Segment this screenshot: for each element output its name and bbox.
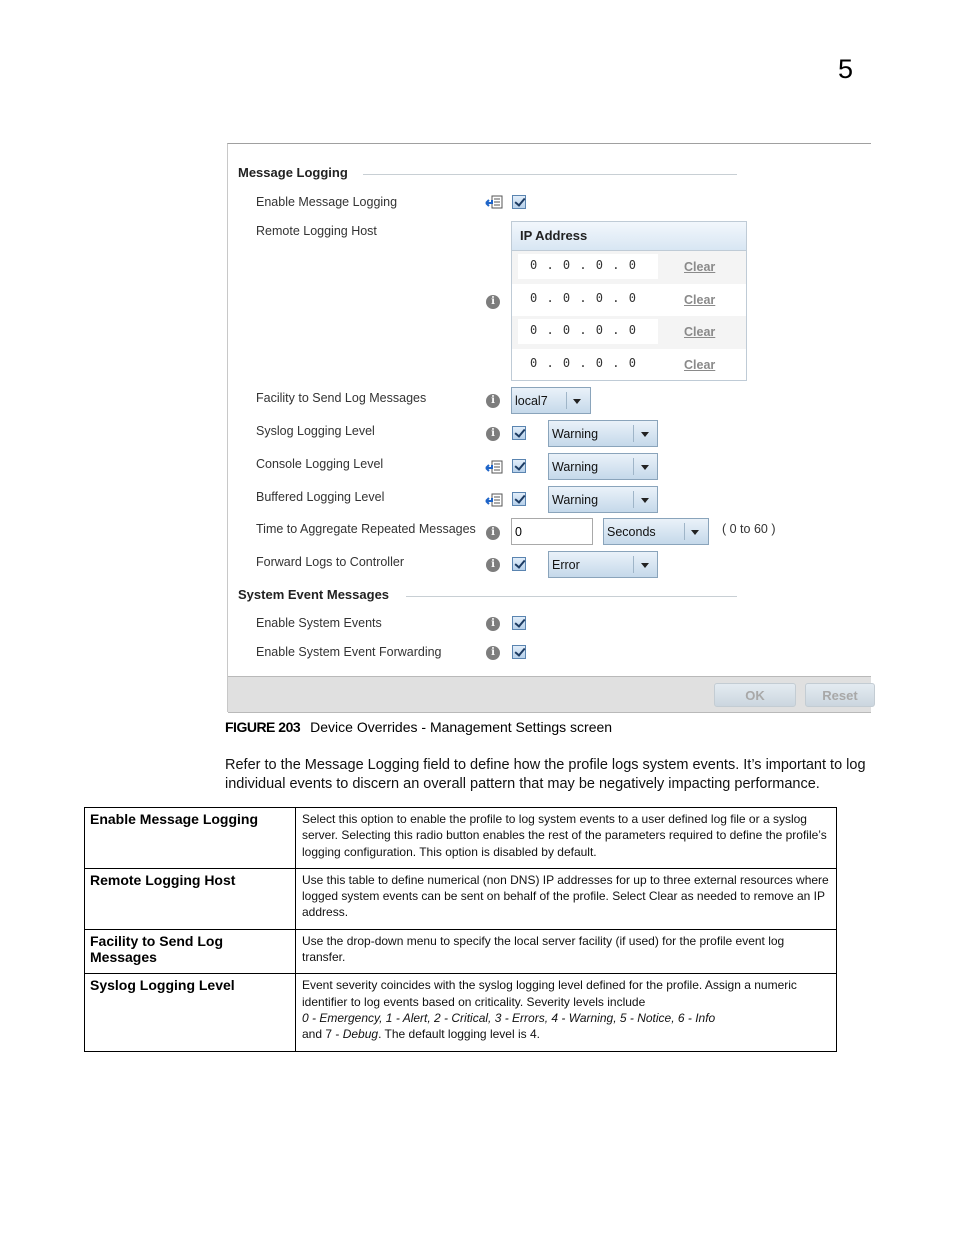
forward-logs-checkbox[interactable] <box>512 557 526 571</box>
section-title-message-logging: Message Logging <box>238 165 348 180</box>
forward-logs-select[interactable]: Error <box>548 551 658 578</box>
override-icon[interactable] <box>485 460 503 474</box>
chevron-down-icon <box>641 432 649 437</box>
buffered-level-value: Warning <box>552 493 599 507</box>
ip-address-input[interactable]: 0 . 0 . 0 . 0 <box>518 319 658 345</box>
facility-select[interactable]: local7 <box>511 387 591 414</box>
table-term: Syslog Logging Level <box>84 973 296 1052</box>
buffered-level-select[interactable]: Warning <box>548 486 658 513</box>
chevron-down-icon <box>641 465 649 470</box>
clear-link[interactable]: Clear <box>684 293 715 307</box>
chevron-down-icon <box>641 563 649 568</box>
section-divider <box>406 596 737 597</box>
table-definition: Select this option to enable the profile… <box>295 807 837 869</box>
definition-intro: Event severity coincides with the syslog… <box>302 978 797 1009</box>
ip-address-input[interactable]: 0 . 0 . 0 . 0 <box>518 352 658 377</box>
buffered-level-checkbox[interactable] <box>512 492 526 506</box>
definition-and: and 7 - <box>302 1027 343 1042</box>
table-term: Facility to Send Log Messages <box>84 928 296 975</box>
ip-row: 0 . 0 . 0 . 0 Clear <box>512 251 746 284</box>
info-icon[interactable]: i <box>486 295 500 309</box>
facility-value: local7 <box>515 394 548 408</box>
forward-logs-value: Error <box>552 558 580 572</box>
enable-event-forwarding-label: Enable System Event Forwarding <box>256 645 442 659</box>
figure-caption: FIGURE 203 Device Overrides - Management … <box>225 719 612 735</box>
ip-address-header: IP Address <box>512 222 746 251</box>
table-definition: Use the drop-down menu to specify the lo… <box>295 928 837 975</box>
override-icon[interactable] <box>485 195 503 209</box>
ip-row: 0 . 0 . 0 . 0 Clear <box>512 316 746 350</box>
clear-link[interactable]: Clear <box>684 325 715 339</box>
override-icon[interactable] <box>485 493 503 507</box>
remote-logging-host-label: Remote Logging Host <box>256 224 377 238</box>
enable-system-events-label: Enable System Events <box>256 616 382 630</box>
info-icon[interactable]: i <box>486 526 500 540</box>
forward-logs-label: Forward Logs to Controller <box>256 555 404 569</box>
console-level-checkbox[interactable] <box>512 459 526 473</box>
console-level-value: Warning <box>552 460 599 474</box>
debug-level: Debug <box>342 1027 379 1042</box>
console-level-label: Console Logging Level <box>256 457 384 471</box>
section-divider <box>363 174 737 175</box>
ip-address-input[interactable]: 0 . 0 . 0 . 0 <box>518 254 658 279</box>
chevron-down-icon <box>573 399 581 404</box>
aggregate-time-label: Time to Aggregate Repeated Messages <box>256 522 476 536</box>
table-row: Enable Message Logging Select this optio… <box>84 807 837 869</box>
enable-event-forwarding-checkbox[interactable] <box>512 645 526 659</box>
chevron-down-icon <box>641 498 649 503</box>
info-icon[interactable]: i <box>486 617 500 631</box>
footer-bar: OK Reset <box>228 676 875 713</box>
ip-row: 0 . 0 . 0 . 0 Clear <box>512 349 746 382</box>
table-row: Facility to Send Log Messages Use the dr… <box>84 928 837 975</box>
clear-link[interactable]: Clear <box>684 260 715 274</box>
section-title-system-events: System Event Messages <box>238 587 390 602</box>
buffered-level-label: Buffered Logging Level <box>256 490 385 504</box>
aggregate-range-hint: ( 0 to 60 ) <box>722 522 776 536</box>
aggregate-time-input[interactable]: 0 <box>511 518 593 545</box>
intro-paragraph: Refer to the Message Logging field to de… <box>225 757 866 792</box>
table-definition: Event severity coincides with the syslog… <box>295 973 837 1052</box>
table-term: Remote Logging Host <box>84 867 296 930</box>
chevron-down-icon <box>691 530 699 535</box>
chapter-number: 5 <box>838 54 854 84</box>
info-icon[interactable]: i <box>486 427 500 441</box>
info-icon[interactable]: i <box>486 394 500 408</box>
figure-title: Device Overrides - Management Settings s… <box>310 719 613 735</box>
syslog-level-label: Syslog Logging Level <box>256 424 375 438</box>
table-row: Remote Logging Host Use this table to de… <box>84 867 837 930</box>
description-table: Enable Message Logging Select this optio… <box>84 807 837 1052</box>
info-icon[interactable]: i <box>486 558 500 572</box>
ip-address-table: IP Address 0 . 0 . 0 . 0 Clear 0 . 0 . 0… <box>511 221 747 381</box>
syslog-level-select[interactable]: Warning <box>548 420 658 447</box>
enable-message-logging-checkbox[interactable] <box>512 195 526 209</box>
definition-end: . The default logging level is 4. <box>378 1027 540 1042</box>
aggregate-unit-value: Seconds <box>607 525 656 539</box>
enable-system-events-checkbox[interactable] <box>512 616 526 630</box>
severity-levels: 0 - Emergency, 1 - Alert, 2 - Critical, … <box>302 1010 716 1025</box>
reset-button[interactable]: Reset <box>805 683 875 707</box>
info-icon[interactable]: i <box>486 646 500 660</box>
aggregate-unit-select[interactable]: Seconds <box>603 518 709 545</box>
ip-row: 0 . 0 . 0 . 0 Clear <box>512 284 746 317</box>
figure-number: FIGURE 203 <box>225 719 301 735</box>
console-level-select[interactable]: Warning <box>548 453 658 480</box>
syslog-level-value: Warning <box>552 427 599 441</box>
ip-address-input[interactable]: 0 . 0 . 0 . 0 <box>518 287 658 312</box>
ok-button[interactable]: OK <box>714 683 796 707</box>
table-term: Enable Message Logging <box>84 807 296 869</box>
syslog-level-checkbox[interactable] <box>512 426 526 440</box>
aggregate-time-value: 0 <box>515 525 522 539</box>
enable-message-logging-label: Enable Message Logging <box>256 195 398 209</box>
management-settings-panel: Message Logging Enable Message Logging R… <box>227 143 875 713</box>
clear-link[interactable]: Clear <box>684 358 715 372</box>
table-row: Syslog Logging Level Event severity coin… <box>84 973 837 1052</box>
table-definition: Use this table to define numerical (non … <box>295 867 837 930</box>
facility-label: Facility to Send Log Messages <box>256 391 427 405</box>
